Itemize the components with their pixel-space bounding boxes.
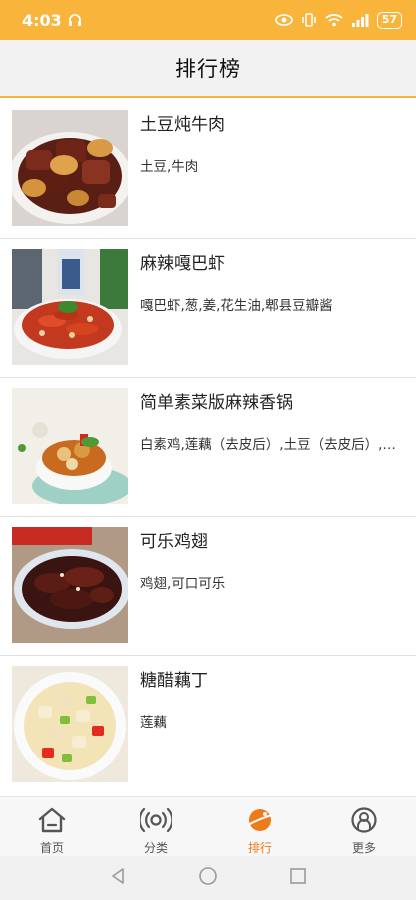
- list-item[interactable]: 可乐鸡翅 鸡翅,可口可乐: [0, 517, 416, 656]
- recipe-ingredients: 白素鸡,莲藕（去皮后）,土豆（去皮后）,藕片: [140, 437, 404, 453]
- broadcast-icon: [138, 807, 174, 837]
- home-icon: [37, 807, 67, 837]
- tab-more[interactable]: 更多: [312, 797, 416, 856]
- vibrate-icon: [301, 13, 317, 27]
- recipe-info: 可乐鸡翅 鸡翅,可口可乐: [140, 527, 404, 655]
- recipe-title: 糖醋藕丁: [140, 671, 208, 691]
- recipe-ingredients: 鸡翅,可口可乐: [140, 576, 226, 592]
- recipe-info: 土豆炖牛肉 土豆,牛肉: [140, 110, 404, 238]
- recipe-title: 麻辣嘎巴虾: [140, 254, 225, 274]
- list-item[interactable]: 麻辣嘎巴虾 嘎巴虾,葱,姜,花生油,郫县豆瓣酱: [0, 239, 416, 378]
- recipe-thumbnail[interactable]: [12, 249, 128, 365]
- tab-label: 排行: [247, 841, 272, 855]
- eye-icon: [274, 14, 293, 26]
- recents-icon[interactable]: [288, 866, 308, 890]
- recipe-info: 糖醋藕丁 莲藕: [140, 666, 404, 794]
- home-circle-icon[interactable]: [198, 866, 218, 890]
- list-item[interactable]: 土豆炖牛肉 土豆,牛肉: [0, 100, 416, 239]
- status-left: 4:03: [22, 11, 82, 30]
- bottom-tab-bar: 首页 分类 排行 更多: [0, 796, 416, 856]
- status-bar: 4:03 57: [0, 0, 416, 40]
- recipe-thumbnail[interactable]: [12, 110, 128, 226]
- recipe-ingredients: 土豆,牛肉: [140, 159, 199, 175]
- headphones-icon: [68, 13, 82, 27]
- tab-ranking[interactable]: 排行: [208, 797, 312, 856]
- tab-label: 首页: [39, 841, 64, 855]
- list-item[interactable]: 简单素菜版麻辣香锅 白素鸡,莲藕（去皮后）,土豆（去皮后）,藕片: [0, 378, 416, 517]
- recipe-ingredients: 莲藕: [140, 715, 167, 731]
- page-title: 排行榜: [175, 57, 241, 81]
- recipe-thumbnail[interactable]: [12, 527, 128, 643]
- recipe-title: 土豆炖牛肉: [140, 115, 225, 135]
- system-nav-bar: [0, 856, 416, 900]
- list-item[interactable]: 糖醋藕丁 莲藕: [0, 656, 416, 794]
- tab-home[interactable]: 首页: [0, 797, 104, 856]
- recipe-info: 麻辣嘎巴虾 嘎巴虾,葱,姜,花生油,郫县豆瓣酱: [140, 249, 404, 377]
- back-icon[interactable]: [108, 866, 128, 890]
- battery-indicator: 57: [376, 11, 402, 29]
- recipe-title: 可乐鸡翅: [140, 532, 208, 552]
- tab-category[interactable]: 分类: [104, 797, 208, 856]
- wifi-icon: [325, 13, 343, 27]
- recipe-title: 简单素菜版麻辣香锅: [140, 393, 293, 413]
- tab-label: 分类: [143, 841, 168, 855]
- recipe-thumbnail[interactable]: [12, 388, 128, 504]
- recipe-list[interactable]: 土豆炖牛肉 土豆,牛肉 麻辣嘎巴虾 嘎巴虾,葱,姜,花生油,郫县豆瓣酱 简单素菜…: [0, 100, 416, 794]
- status-right: 57: [274, 11, 402, 29]
- recipe-ingredients: 嘎巴虾,葱,姜,花生油,郫县豆瓣酱: [140, 298, 333, 314]
- app-header: 排行榜: [0, 40, 416, 98]
- recipe-thumbnail[interactable]: [12, 666, 128, 782]
- status-time: 4:03: [22, 10, 62, 30]
- user-circle-icon: [349, 807, 379, 837]
- tab-label: 更多: [351, 841, 376, 855]
- signal-icon: [351, 13, 369, 27]
- planet-icon: [245, 807, 275, 837]
- recipe-info: 简单素菜版麻辣香锅 白素鸡,莲藕（去皮后）,土豆（去皮后）,藕片: [140, 388, 404, 516]
